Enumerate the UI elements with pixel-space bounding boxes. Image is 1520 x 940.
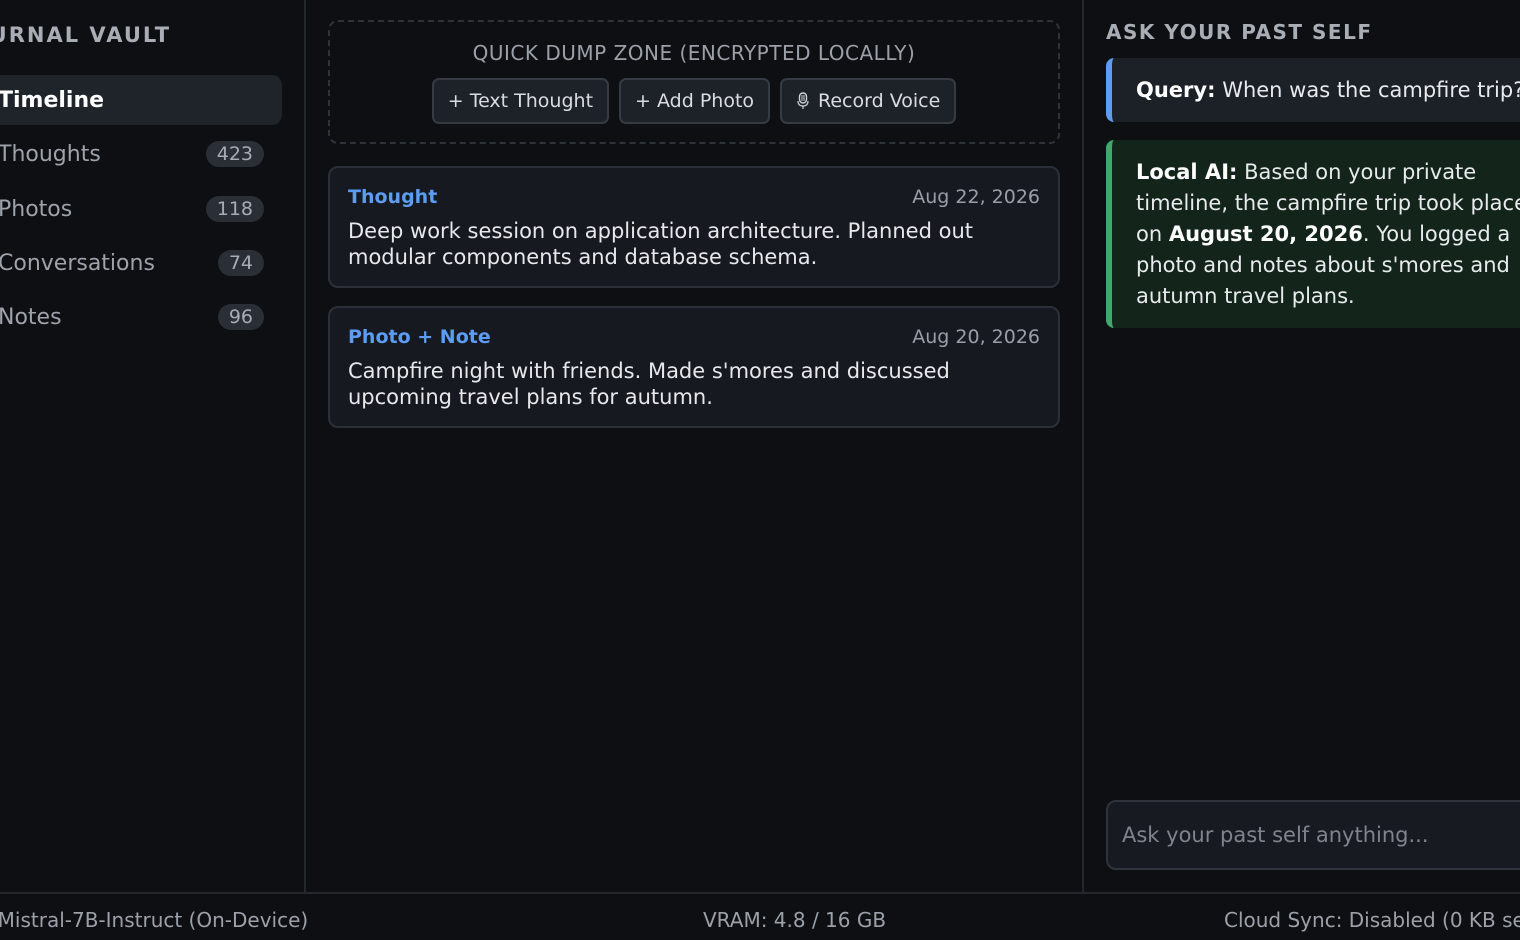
entry-text: Campfire night with friends. Made s'more… [348, 359, 950, 409]
cloud-sync-status: Cloud Sync: Disabled (0 KB sent) [1224, 908, 1520, 932]
sidebar-item-thoughts[interactable]: Thoughts 423 [0, 129, 282, 179]
add-text-thought-button[interactable]: + Text Thought [431, 78, 610, 124]
sidebar-item-label: Notes [0, 304, 62, 330]
count-badge: 118 [205, 196, 264, 222]
query-message: Query: When was the campfire trip? [1106, 58, 1520, 122]
ask-panel: ASK YOUR PAST SELF Query: When was the c… [1084, 0, 1520, 892]
record-voice-button[interactable]: Record Voice [780, 78, 957, 124]
answer-date: August 20, 2026 [1168, 222, 1363, 246]
entry-type: Thought [348, 186, 438, 208]
add-photo-button[interactable]: + Add Photo [619, 78, 771, 124]
entry-type: Photo + Note [348, 326, 491, 348]
app-brand: JOURNAL VAULT [0, 23, 172, 47]
answer-label: Local AI: [1136, 160, 1238, 184]
sidebar-item-notes[interactable]: Notes 96 [0, 292, 282, 342]
timeline-entry[interactable]: Thought Aug 22, 2026 Deep work session o… [328, 166, 1060, 288]
sidebar-item-photos[interactable]: Photos 118 [0, 184, 282, 234]
button-label: + Add Photo [635, 90, 755, 112]
count-badge: 74 [217, 250, 264, 276]
dump-zone-actions: + Text Thought + Add Photo Record Voice [330, 78, 1058, 124]
query-text: When was the campfire trip? [1222, 77, 1520, 102]
status-bar: Engine: Mistral-7B-Instruct (On-Device) … [0, 892, 1520, 940]
dump-zone-title: QUICK DUMP ZONE (ENCRYPTED LOCALLY) [472, 41, 916, 65]
entry-date: Aug 22, 2026 [912, 186, 1040, 208]
entry-text: Deep work session on application archite… [348, 219, 973, 269]
ai-answer-message: Local AI: Based on your private timeline… [1106, 140, 1520, 328]
button-label: + Text Thought [447, 90, 594, 112]
sidebar-item-conversations[interactable]: Conversations 74 [0, 238, 282, 288]
ask-input[interactable] [1106, 800, 1520, 870]
entry-date: Aug 20, 2026 [912, 326, 1040, 348]
sidebar-item-label: Timeline [0, 87, 105, 113]
timeline-entry[interactable]: Photo + Note Aug 20, 2026 Campfire night… [328, 306, 1060, 428]
microphone-icon [797, 92, 809, 109]
vram-status: VRAM: 4.8 / 16 GB [703, 908, 887, 932]
sidebar-item-timeline[interactable]: Timeline [0, 75, 282, 125]
sidebar-item-label: Thoughts [0, 141, 101, 167]
quick-dump-zone: QUICK DUMP ZONE (ENCRYPTED LOCALLY) + Te… [328, 20, 1060, 144]
sidebar-item-label: Conversations [0, 250, 155, 276]
app-window: JOURNAL VAULT Timeline Thoughts 423 Phot… [0, 0, 1520, 940]
count-badge: 423 [205, 141, 264, 167]
sidebar-item-label: Photos [0, 196, 73, 222]
button-label: Record Voice [818, 90, 941, 112]
count-badge: 96 [217, 304, 264, 330]
engine-status: Engine: Mistral-7B-Instruct (On-Device) [0, 908, 309, 932]
sidebar: JOURNAL VAULT Timeline Thoughts 423 Phot… [0, 0, 306, 892]
query-label: Query: [1136, 77, 1216, 102]
ask-panel-title: ASK YOUR PAST SELF [1106, 20, 1373, 44]
timeline-panel: QUICK DUMP ZONE (ENCRYPTED LOCALLY) + Te… [306, 0, 1084, 892]
